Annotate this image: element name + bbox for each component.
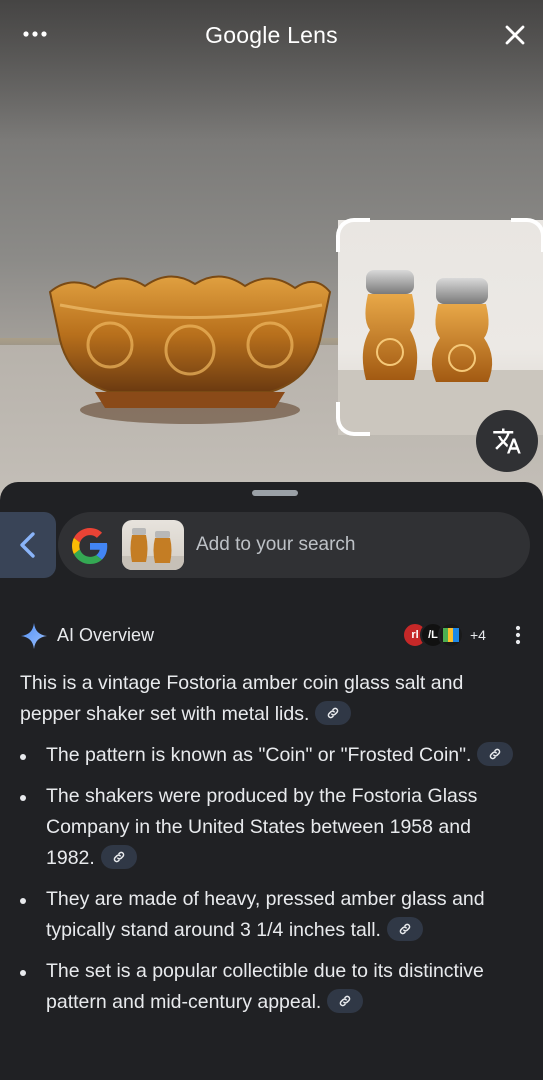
ai-overview-summary: This is a vintage Fostoria amber coin gl… [20, 668, 520, 730]
bullet-dot [20, 898, 26, 904]
ai-overview-title: AI Overview [57, 625, 155, 645]
citation-link[interactable] [386, 916, 423, 941]
link-icon [328, 707, 339, 719]
close-icon[interactable] [500, 20, 530, 50]
list-item: The pattern is known as "Coin" or "Frost… [20, 740, 525, 771]
bullet-dot [20, 754, 26, 760]
sheet-drag-handle[interactable] [252, 490, 298, 496]
bullet-dot [20, 970, 26, 976]
bullet-dot [20, 795, 26, 801]
citation-link[interactable] [315, 700, 352, 725]
search-placeholder: Add to your search [196, 534, 356, 555]
back-button[interactable] [0, 512, 56, 578]
crop-handle-bottom-left[interactable] [336, 402, 370, 436]
citation-link[interactable] [327, 988, 364, 1013]
ai-overview-header: AI Overview rl /L +4 [20, 620, 530, 650]
link-icon [340, 995, 351, 1007]
citation-link[interactable] [100, 844, 137, 869]
selection-thumbnail[interactable] [122, 520, 184, 570]
translate-icon [493, 428, 521, 454]
list-item: They are made of heavy, pressed amber gl… [20, 884, 525, 946]
summary-text: This is a vintage Fostoria amber coin gl… [20, 672, 464, 725]
results-sheet[interactable]: Add to your search AI Overview rl /L +4 [0, 482, 543, 1080]
google-g-icon [72, 528, 108, 564]
amber-bowl-image [48, 275, 332, 424]
top-bar: Google Lens [0, 0, 543, 72]
sparkle-icon [21, 623, 47, 649]
ai-overview-bullets: The pattern is known as "Coin" or "Frost… [20, 740, 525, 1028]
link-icon [113, 851, 125, 863]
crop-handle-top-right[interactable] [511, 218, 543, 252]
source-favicons[interactable]: rl /L +4 [402, 622, 492, 648]
search-bar[interactable]: Add to your search [58, 512, 530, 578]
list-item: The set is a popular collectible due to … [20, 956, 525, 1018]
link-icon [490, 748, 501, 760]
more-vert-icon[interactable] [510, 622, 526, 648]
bullet-text: The set is a popular collectible due to … [46, 960, 484, 1013]
crop-handle-top-left[interactable] [336, 218, 370, 252]
translate-button[interactable] [476, 410, 538, 472]
list-item: The shakers were produced by the Fostori… [20, 781, 525, 874]
link-icon [399, 923, 411, 935]
citation-link[interactable] [477, 741, 514, 766]
sources-more-count: +4 [470, 627, 486, 643]
chevron-left-icon [20, 532, 35, 558]
app-title: Google Lens [205, 22, 338, 48]
source-favicon [438, 622, 464, 648]
bullet-text: The pattern is known as "Coin" or "Frost… [46, 744, 472, 766]
lens-image-area[interactable] [0, 0, 543, 500]
